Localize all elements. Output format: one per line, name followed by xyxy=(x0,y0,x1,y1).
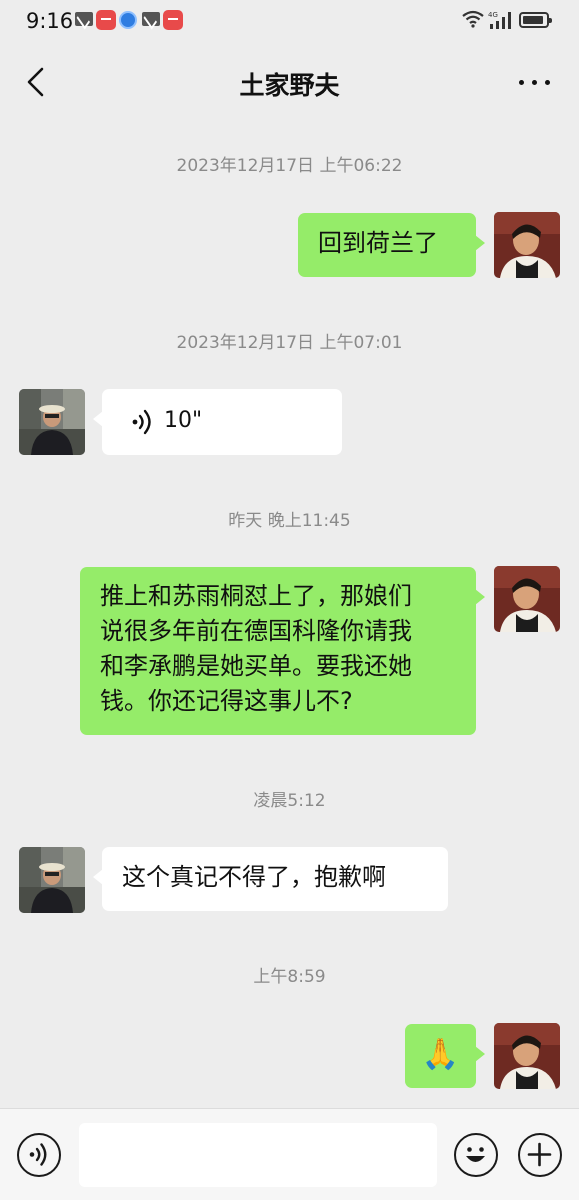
voice-duration: 10" xyxy=(164,408,203,433)
message-text-line: 推上和苏雨桐怼上了，那娘们 xyxy=(100,582,412,610)
voice-wave-icon xyxy=(132,409,151,435)
my-avatar[interactable] xyxy=(494,566,560,632)
battery-icon xyxy=(519,12,552,28)
message-timestamp: 2023年12月17日 上午07:01 xyxy=(176,333,403,353)
shop-app-icon xyxy=(163,10,183,30)
shop-app-icon xyxy=(96,10,116,30)
message-text: 回到荷兰了 xyxy=(318,229,438,257)
my-message-bubble[interactable]: 推上和苏雨桐怼上了，那娘们 说很多年前在德国科隆你请我 和李承鹏是她买单。要我还… xyxy=(80,567,485,735)
mail-icon xyxy=(142,12,160,26)
message-text-line: 和李承鹏是她买单。要我还她 xyxy=(100,652,412,680)
message-timestamp: 昨天 晚上11:45 xyxy=(228,511,351,531)
contact-avatar-image xyxy=(19,847,85,913)
folded-hands-emoji: 🙏 xyxy=(421,1037,460,1072)
message-text-line: 钱。你还记得这事儿不? xyxy=(100,687,353,715)
more-options-button[interactable] xyxy=(517,70,553,94)
my-message-bubble[interactable]: 回到荷兰了 xyxy=(298,213,485,277)
message-timestamp: 上午8:59 xyxy=(253,967,326,987)
my-avatar-image xyxy=(494,212,560,278)
my-avatar[interactable] xyxy=(494,212,560,278)
plus-icon xyxy=(527,1142,552,1167)
input-bar xyxy=(0,1108,579,1200)
contact-avatar-image xyxy=(19,389,85,455)
voice-icon xyxy=(29,1143,47,1166)
more-dots-icon xyxy=(519,80,524,85)
chat-screen: 9:16 4G 土家野夫 2023年12月17日 上午06:22 回到荷兰了 2… xyxy=(0,0,579,1200)
contact-message-bubble[interactable]: 这个真记不得了，抱歉啊 xyxy=(93,847,448,911)
message-input[interactable] xyxy=(79,1123,437,1187)
status-bar: 9:16 4G xyxy=(0,0,579,42)
message-text: 这个真记不得了，抱歉啊 xyxy=(122,863,386,891)
message-timestamp: 2023年12月17日 上午06:22 xyxy=(176,156,403,176)
svg-text:4G: 4G xyxy=(488,11,498,19)
message-text-line: 说很多年前在德国科隆你请我 xyxy=(100,617,412,645)
my-avatar-image xyxy=(494,566,560,632)
status-time: 9:16 xyxy=(26,9,74,33)
mail-icon xyxy=(75,12,93,26)
chat-header: 土家野夫 xyxy=(0,42,579,122)
contact-avatar[interactable] xyxy=(19,389,85,455)
smiley-icon xyxy=(466,1147,485,1162)
voice-toggle-button[interactable] xyxy=(17,1133,61,1177)
wifi-icon xyxy=(462,10,484,28)
my-avatar-image xyxy=(494,1023,560,1089)
my-emoji-message-bubble[interactable]: 🙏 xyxy=(405,1024,485,1088)
voice-message-bubble[interactable]: 10" xyxy=(93,389,342,455)
app-notification-icon xyxy=(119,11,137,29)
my-avatar[interactable] xyxy=(494,1023,560,1089)
emoji-button[interactable] xyxy=(454,1133,498,1177)
contact-avatar[interactable] xyxy=(19,847,85,913)
cellular-signal-icon: 4G xyxy=(488,11,511,29)
chat-title: 土家野夫 xyxy=(239,71,340,100)
more-functions-button[interactable] xyxy=(518,1133,562,1177)
message-timestamp: 凌晨5:12 xyxy=(253,791,326,811)
